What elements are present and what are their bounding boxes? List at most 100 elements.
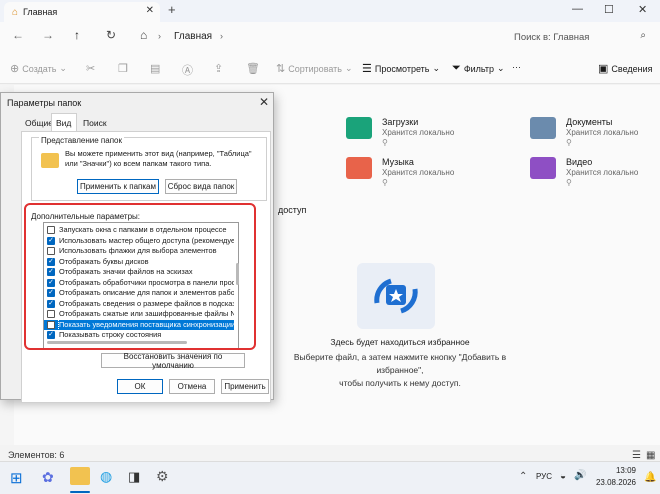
search-icon: ⌕ — [640, 30, 646, 41]
more-options-icon[interactable]: ··· — [512, 62, 521, 72]
network-icon[interactable]: ◒ — [560, 471, 566, 482]
new-tab-button[interactable]: + — [168, 2, 176, 17]
breadcrumb[interactable]: Главная — [174, 31, 212, 42]
tiles-view-icon[interactable]: ▦ — [646, 450, 655, 461]
section-header-text: доступ — [278, 205, 307, 215]
taskbar: ⊞ ✿ ◍ ◨ ⚙ ⌃ РУС ◒ 🔊 13:09 23.08.2026 🔔 — [0, 461, 660, 494]
share-icon[interactable]: ⇪ — [214, 62, 223, 75]
highlight-annotation — [24, 203, 256, 350]
favorites-desc-line2: чтобы получить к нему доступ. — [339, 378, 461, 388]
favorites-title: Здесь будет находиться избранное — [330, 337, 470, 347]
language-indicator[interactable]: РУС — [536, 472, 552, 481]
copy-icon[interactable]: ❐ — [118, 62, 128, 75]
address-row: ← → ↑ ↻ ⌂ › Главная › Поиск в: Главная ⌕ — [0, 22, 660, 52]
pin-icon: ⚲ — [566, 138, 572, 147]
item-subtitle: Хранится локально — [382, 128, 455, 137]
item-name: Видео — [566, 157, 593, 167]
minimize-button[interactable]: — — [572, 3, 583, 15]
item-subtitle: Хранится локально — [566, 168, 639, 177]
tab-home[interactable]: ⌂ Главная ✕ — [4, 2, 160, 22]
volume-icon[interactable]: 🔊 — [574, 470, 586, 481]
reset-folders-button[interactable]: Сброс вида папок — [165, 179, 237, 194]
close-window-button[interactable]: ✕ — [638, 3, 647, 16]
chevron-down-icon: ⌄ — [345, 63, 353, 73]
details-label: Сведения — [611, 63, 653, 74]
delete-icon[interactable]: 🗑 — [246, 62, 260, 75]
pin-icon: ⚲ — [382, 178, 388, 187]
settings-icon[interactable]: ⚙ — [156, 468, 169, 485]
item-subtitle: Хранится локально — [382, 168, 455, 177]
chevron-up-icon[interactable]: ⌃ — [519, 471, 527, 482]
maximize-button[interactable]: ☐ — [604, 3, 614, 16]
clock-time[interactable]: 13:09 — [600, 466, 636, 475]
tab-search[interactable]: Поиск — [83, 118, 107, 128]
ok-button[interactable]: ОК — [117, 379, 163, 394]
folder-views-text: Вы можете применить этот вид (например, … — [65, 149, 252, 168]
create-label: Создать — [22, 63, 57, 74]
paste-icon[interactable]: ▤ — [150, 62, 160, 75]
filter-label: Фильтр — [463, 63, 495, 74]
music-folder-icon — [346, 157, 372, 179]
sort-label: Сортировать — [288, 63, 342, 74]
apply-button[interactable]: Применить — [221, 379, 269, 394]
favorites-empty-icon — [357, 263, 435, 329]
command-bar: ⊕ Создать ⌄ ✂ ❐ ▤ Ⓐ ⇪ 🗑 ⇅ Сортировать ⌄ … — [0, 52, 660, 84]
restore-defaults-button[interactable]: Восстановить значения по умолчанию — [101, 352, 245, 370]
item-subtitle: Хранится локально — [566, 128, 639, 137]
active-app-indicator — [70, 491, 90, 493]
copilot-icon[interactable]: ✿ — [42, 469, 54, 486]
view-label: Просмотреть — [374, 63, 430, 74]
search-input[interactable]: Поиск в: Главная ⌕ — [506, 27, 652, 47]
home-icon[interactable]: ⌂ — [140, 28, 147, 42]
favorites-desc-line1: Выберите файл, а затем нажмите кнопку "Д… — [293, 352, 507, 375]
tab-close-icon[interactable]: ✕ — [146, 5, 154, 16]
store-icon[interactable]: ◨ — [128, 469, 140, 485]
tab-general[interactable]: Общие — [25, 118, 53, 128]
details-view-icon[interactable]: ☰ — [632, 450, 641, 461]
file-explorer-icon[interactable] — [70, 467, 90, 485]
cut-icon[interactable]: ✂ — [86, 62, 95, 75]
rename-icon[interactable]: Ⓐ — [182, 62, 193, 78]
chevron-down-icon: ⌄ — [59, 63, 67, 73]
status-bar-count: Элементов: 6 — [8, 450, 65, 460]
clock-date[interactable]: 23.08.2026 — [592, 478, 636, 487]
apply-to-folders-button[interactable]: Применить к папкам — [77, 179, 159, 194]
notifications-icon[interactable]: 🔔 — [644, 472, 656, 483]
forward-button[interactable]: → — [42, 28, 54, 42]
breadcrumb-separator-icon: › — [220, 31, 223, 41]
details-button[interactable]: ▣ Сведения — [598, 62, 653, 75]
item-name: Музыка — [382, 157, 414, 167]
downloads-folder-icon — [346, 117, 372, 139]
cancel-button[interactable]: Отмена — [169, 379, 215, 394]
filter-icon: ⏷ — [452, 62, 461, 74]
videos-folder-icon — [530, 157, 556, 179]
favorites-description: Выберите файл, а затем нажмите кнопку "Д… — [270, 351, 530, 390]
back-button[interactable]: ← — [12, 28, 24, 42]
start-icon[interactable]: ⊞ — [10, 469, 23, 487]
refresh-icon[interactable]: ↻ — [106, 28, 116, 42]
search-placeholder: Поиск в: Главная — [514, 31, 590, 43]
sort-button[interactable]: ⇅ Сортировать ⌄ — [276, 62, 353, 75]
view-button[interactable]: ☰ Просмотреть ⌄ — [362, 62, 440, 75]
documents-folder-icon — [530, 117, 556, 139]
view-icon: ☰ — [362, 63, 372, 75]
item-name: Документы — [566, 117, 613, 127]
tab-view[interactable]: Вид — [56, 118, 71, 128]
pin-icon: ⚲ — [566, 178, 572, 187]
folder-views-icon — [41, 153, 59, 168]
chevron-down-icon: ⌄ — [497, 63, 505, 73]
chevron-down-icon: ⌄ — [432, 63, 441, 73]
create-button[interactable]: ⊕ Создать ⌄ — [10, 62, 67, 75]
details-pane-icon: ▣ — [598, 63, 609, 75]
breadcrumb-separator-icon: › — [158, 31, 161, 41]
filter-button[interactable]: ⏷ Фильтр ⌄ — [452, 62, 505, 75]
tab-title: Главная — [23, 7, 58, 17]
plus-icon: ⊕ — [10, 63, 20, 75]
dialog-title: Параметры папок — [7, 98, 82, 108]
edge-icon[interactable]: ◍ — [100, 468, 112, 485]
sort-icon: ⇅ — [276, 63, 286, 75]
item-name: Загрузки — [382, 117, 419, 127]
dialog-close-icon[interactable]: ✕ — [259, 95, 269, 109]
up-button[interactable]: ↑ — [74, 28, 80, 42]
home-icon: ⌂ — [12, 6, 19, 18]
